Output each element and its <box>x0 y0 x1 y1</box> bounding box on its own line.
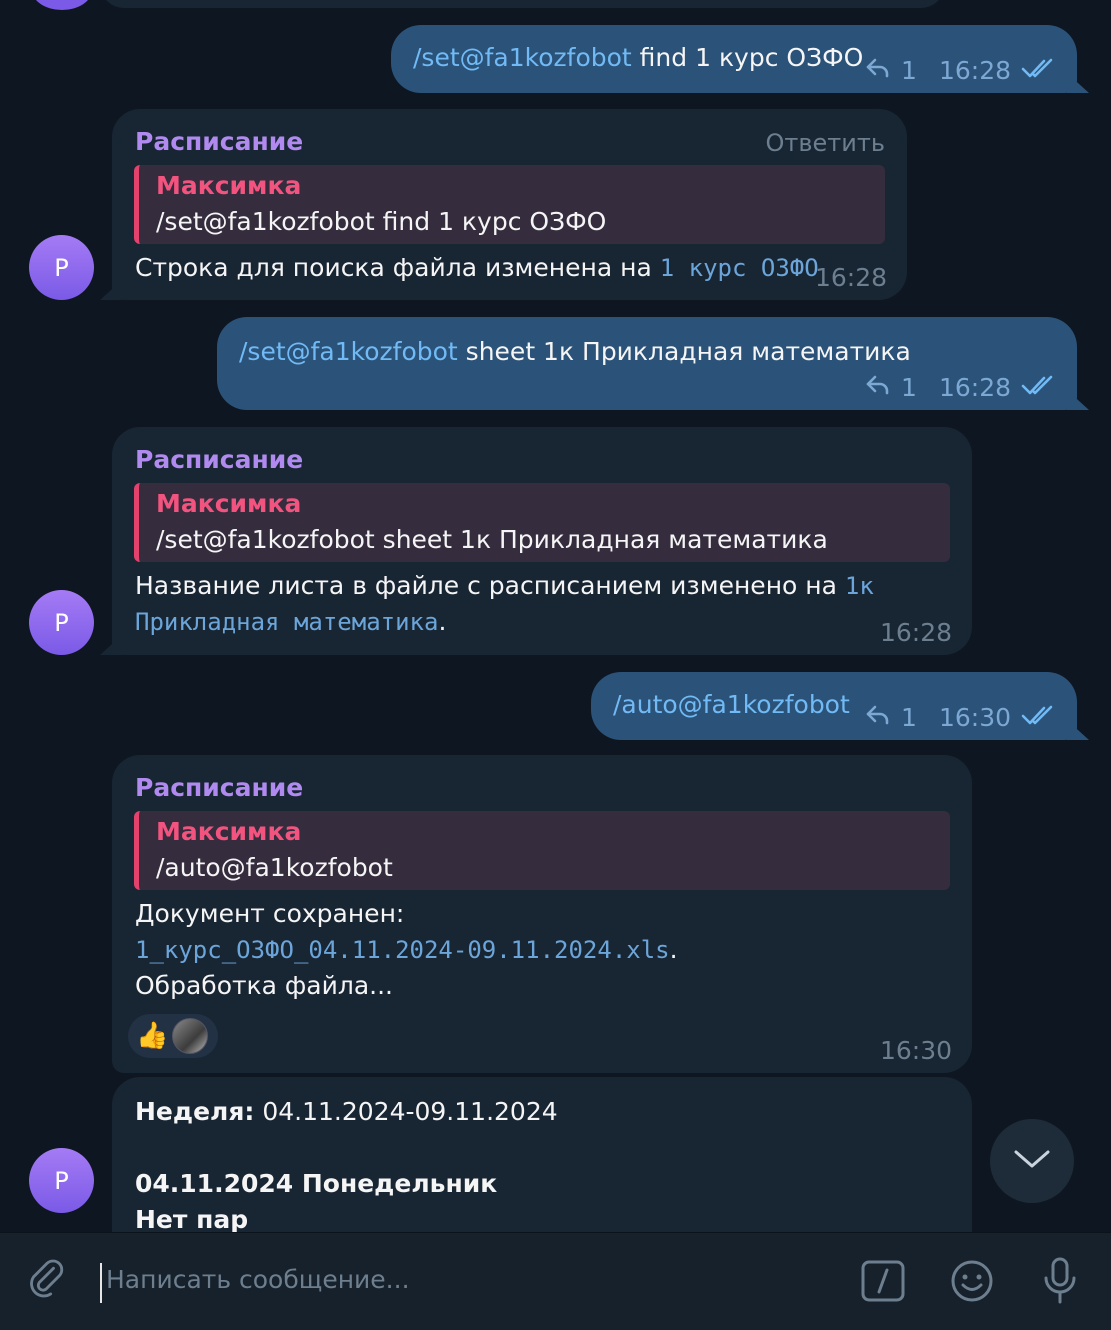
chat-history[interactable]: /set@fa1kozfobot find 1 курс ОЗФО 1 16:2… <box>0 0 1111 1232</box>
sender-name[interactable]: Расписание <box>135 773 303 802</box>
double-check-icon <box>1021 373 1055 402</box>
bot-command-link[interactable]: /auto@fa1kozfobot <box>613 690 850 719</box>
reactor-avatar <box>172 1018 209 1054</box>
incoming-message[interactable]: Расписание Максимка /auto@fa1kozfobot До… <box>112 755 972 1073</box>
double-check-icon <box>1021 56 1055 85</box>
message-time: 16:28 <box>938 56 1011 85</box>
sender-name[interactable]: Расписание <box>135 445 303 474</box>
outgoing-message[interactable]: /set@fa1kozfobot sheet 1к Прикладная мат… <box>217 317 1089 410</box>
bot-command-link[interactable]: /set@fa1kozfobot <box>239 337 458 366</box>
code-span[interactable]: 1 курс ОЗФО <box>660 254 819 282</box>
smile-icon[interactable] <box>948 1257 996 1305</box>
outgoing-message[interactable]: /set@fa1kozfobot find 1 курс ОЗФО 1 16:2… <box>391 25 1089 93</box>
message-time: 16:30 <box>879 1036 952 1065</box>
scroll-to-bottom-button[interactable] <box>990 1119 1074 1203</box>
code-span[interactable]: Прикладная математика <box>135 608 438 636</box>
quote-author: Максимка <box>156 489 302 518</box>
sender-name[interactable]: Расписание <box>135 127 303 156</box>
message-input[interactable]: Написать сообщение... <box>100 1263 820 1303</box>
message-composer: Написать сообщение... <box>0 1232 1111 1330</box>
chevron-down-icon <box>1012 1147 1052 1175</box>
reaction-chip[interactable]: 👍 <box>128 1014 218 1058</box>
message-text: find 1 курс ОЗФО <box>631 43 864 72</box>
slash-command-icon[interactable] <box>860 1259 906 1303</box>
reply-count: 1 <box>901 703 917 732</box>
reply-button[interactable]: Ответить <box>766 129 885 157</box>
avatar[interactable]: P <box>29 1148 94 1213</box>
reply-arrow-icon[interactable] <box>865 56 891 85</box>
message-time: 16:28 <box>879 618 952 647</box>
message-text: Строка для поиска файла изменена на 1 ку… <box>135 253 819 282</box>
quote-author: Максимка <box>156 171 302 200</box>
message-text: sheet 1к Прикладная математика <box>457 337 911 366</box>
schedule-text: Неделя: 04.11.2024-09.11.2024 04.11.2024… <box>135 1097 558 1232</box>
quote-text: /auto@fa1kozfobot <box>156 853 393 882</box>
avatar[interactable]: P <box>29 235 94 300</box>
reply-arrow-icon[interactable] <box>865 373 891 402</box>
paperclip-icon[interactable] <box>25 1257 73 1305</box>
bubble-tail <box>100 280 122 300</box>
message-time: 16:28 <box>814 263 887 292</box>
reply-count: 1 <box>901 373 917 402</box>
quote-text: /set@fa1kozfobot sheet 1к Прикладная мат… <box>156 525 828 554</box>
avatar <box>32 0 92 10</box>
bubble-tail <box>1067 720 1089 740</box>
incoming-message[interactable]: Неделя: 04.11.2024-09.11.2024 04.11.2024… <box>112 1077 972 1232</box>
quoted-message[interactable]: Максимка /auto@fa1kozfobot <box>134 811 950 890</box>
quoted-message[interactable]: Максимка /set@fa1kozfobot find 1 курс ОЗ… <box>134 165 885 244</box>
outgoing-message[interactable]: /auto@fa1kozfobot 1 16:30 <box>591 672 1089 740</box>
quoted-message[interactable]: Максимка /set@fa1kozfobot sheet 1к Прикл… <box>134 483 950 562</box>
thumbs-up-icon: 👍 <box>136 1021 169 1051</box>
bubble-tail <box>100 635 122 655</box>
incoming-message[interactable]: Расписание Ответить Максимка /set@fa1koz… <box>100 109 907 300</box>
code-span[interactable]: 1к <box>845 572 874 600</box>
double-check-icon <box>1021 703 1055 732</box>
bubble-tail <box>1067 73 1089 93</box>
message-text: Название листа в файле с расписанием изм… <box>135 571 874 636</box>
reply-count: 1 <box>901 56 917 85</box>
message-time: 16:30 <box>938 703 1011 732</box>
reply-arrow-icon[interactable] <box>865 703 891 732</box>
avatar[interactable]: P <box>29 590 94 655</box>
previous-message-bubble <box>100 0 945 8</box>
message-text: Документ сохранен: 1_курс_ОЗФО_04.11.202… <box>135 899 678 1000</box>
message-time: 16:28 <box>938 373 1011 402</box>
bot-command-link[interactable]: /set@fa1kozfobot <box>413 43 632 72</box>
bubble-tail <box>1067 390 1089 410</box>
microphone-icon[interactable] <box>1036 1255 1084 1307</box>
quote-author: Максимка <box>156 817 302 846</box>
incoming-message[interactable]: Расписание Максимка /set@fa1kozfobot she… <box>100 427 972 655</box>
quote-text: /set@fa1kozfobot find 1 курс ОЗФО <box>156 207 607 236</box>
file-name-code[interactable]: 1_курс_ОЗФО_04.11.2024-09.11.2024.xls <box>135 936 670 964</box>
